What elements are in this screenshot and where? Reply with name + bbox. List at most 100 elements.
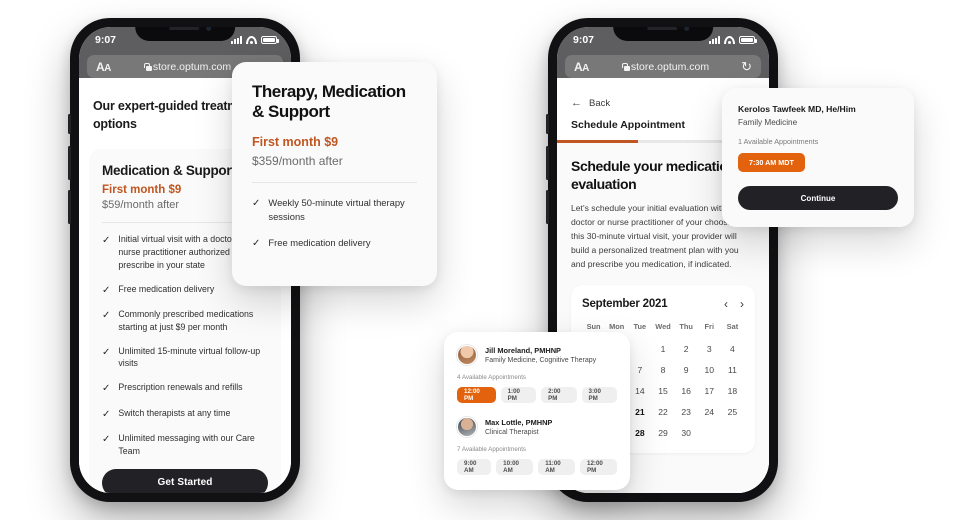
plan-feature-label: Prescription renewals and refills bbox=[118, 382, 243, 392]
therapy-card-divider bbox=[252, 182, 417, 184]
phone-mute-switch[interactable] bbox=[546, 114, 549, 134]
earpiece-speaker-icon bbox=[169, 27, 199, 30]
right-status-bar: 9:07 bbox=[557, 27, 769, 53]
time-slot-chip-selected[interactable]: 12:00 PM bbox=[457, 387, 496, 403]
calendar-day[interactable]: 2 bbox=[675, 342, 698, 357]
check-icon: ✓ bbox=[102, 310, 111, 321]
progress-bar-fill bbox=[557, 140, 638, 143]
calendar-day[interactable]: 9 bbox=[675, 363, 698, 378]
slots-spacer bbox=[457, 403, 617, 417]
calendar-day[interactable]: 10 bbox=[698, 363, 721, 378]
time-slot-chip[interactable]: 12:00 PM bbox=[580, 459, 617, 475]
therapy-plan-floating-card: Therapy, Medication & Support First mont… bbox=[232, 62, 437, 286]
text-size-aa-icon[interactable]: AA bbox=[574, 60, 589, 74]
plan-feature-item: ✓ Unlimited messaging with our Care Team bbox=[102, 432, 268, 458]
screenshot-root: 9:07 AA store.optum.com ↻ bbox=[0, 0, 960, 520]
time-slot-chip[interactable]: 9:00 AM bbox=[457, 459, 492, 475]
calendar-weekday-label: Sun bbox=[586, 321, 601, 331]
arrow-left-icon: ← bbox=[571, 97, 582, 109]
therapy-recurring-price: $359/month after bbox=[252, 154, 343, 169]
time-slot-chip[interactable]: 2:00 PM bbox=[541, 387, 577, 403]
chevron-right-icon[interactable]: › bbox=[740, 297, 744, 311]
phone-volume-down-button[interactable] bbox=[546, 190, 549, 224]
calendar-day[interactable]: 7 bbox=[628, 363, 651, 378]
plan-feature-label: Unlimited messaging with our Care Team bbox=[118, 433, 255, 456]
right-address-bar[interactable]: AA store.optum.com ↻ bbox=[565, 55, 761, 78]
provider-row: Max Lottle, PMHNP Clinical Therapist bbox=[457, 417, 617, 437]
calendar-day[interactable]: 17 bbox=[698, 384, 721, 399]
calendar-day[interactable]: 14 bbox=[628, 384, 651, 399]
plan-feature-item: ✓ Prescription renewals and refills bbox=[102, 381, 268, 396]
lock-icon bbox=[621, 62, 630, 71]
calendar-day[interactable]: 29 bbox=[651, 426, 674, 441]
check-icon: ✓ bbox=[252, 238, 261, 250]
therapy-feature-item: ✓ Weekly 50-minute virtual therapy sessi… bbox=[252, 196, 417, 223]
calendar-header: September 2021 ‹ › bbox=[582, 297, 744, 311]
plan-feature-label: Switch therapists at any time bbox=[118, 407, 231, 418]
provider-row: Jill Moreland, PMHNP Family Medicine, Co… bbox=[457, 345, 617, 365]
wifi-icon bbox=[724, 36, 735, 44]
phone-volume-down-button[interactable] bbox=[68, 190, 71, 224]
check-icon: ✓ bbox=[102, 284, 111, 296]
status-indicators bbox=[709, 36, 757, 44]
get-started-button[interactable]: Get Started bbox=[102, 468, 268, 493]
battery-icon bbox=[261, 36, 279, 44]
time-slot-list: 9:00 AM 10:00 AM 11:00 AM 12:00 PM bbox=[457, 459, 617, 475]
wifi-icon bbox=[246, 36, 257, 44]
avatar bbox=[457, 345, 477, 365]
check-icon: ✓ bbox=[252, 198, 261, 210]
time-slot-list: 12:00 PM 1:00 PM 2:00 PM 3:00 PM bbox=[457, 387, 618, 403]
time-slot-chip-selected[interactable]: 7:30 AM MDT bbox=[738, 153, 805, 172]
provider-floating-card: Kerolos Tawfeek MD, He/Him Family Medici… bbox=[722, 88, 914, 227]
battery-icon bbox=[739, 36, 757, 44]
provider-specialty: Clinical Therapist bbox=[485, 429, 539, 437]
calendar-day[interactable]: 11 bbox=[721, 363, 744, 378]
time-slot-chip[interactable]: 10:00 AM bbox=[496, 459, 534, 475]
provider-name: Jill Moreland, PMHNP bbox=[485, 345, 561, 355]
calendar-day-selected[interactable]: 28 bbox=[628, 426, 651, 441]
right-url-text: store.optum.com bbox=[630, 60, 710, 73]
left-status-bar: 9:07 bbox=[79, 27, 291, 53]
text-size-aa-icon[interactable]: AA bbox=[96, 60, 111, 74]
check-icon: ✓ bbox=[102, 235, 111, 247]
appointment-slots-floating-card: Jill Moreland, PMHNP Family Medicine, Co… bbox=[444, 332, 630, 490]
therapy-feature-label: Free medication delivery bbox=[268, 237, 371, 249]
right-url-text-wrap: store.optum.com bbox=[589, 61, 741, 73]
front-camera-icon bbox=[205, 27, 211, 31]
plan-feature-item: ✓ Unlimited 15-minute virtual follow-up … bbox=[102, 345, 268, 371]
calendar-month-label: September 2021 bbox=[582, 297, 668, 310]
calendar-day[interactable]: 24 bbox=[698, 405, 721, 420]
calendar-day[interactable]: 25 bbox=[721, 405, 744, 420]
provider-specialty: Family Medicine, Cognitive Therapy bbox=[485, 357, 597, 365]
calendar-day[interactable]: 23 bbox=[675, 405, 698, 420]
provider-specialty: Family Medicine bbox=[738, 118, 798, 127]
reload-icon[interactable]: ↻ bbox=[741, 60, 752, 73]
continue-button[interactable]: Continue bbox=[738, 186, 898, 210]
phone-volume-up-button[interactable] bbox=[546, 146, 549, 180]
provider-name: Kerolos Tawfeek MD, He/Him bbox=[738, 104, 856, 114]
phone-mute-switch[interactable] bbox=[68, 114, 71, 134]
phone-notch bbox=[613, 27, 713, 41]
calendar-day[interactable]: 15 bbox=[651, 384, 674, 399]
check-icon: ✓ bbox=[102, 408, 111, 420]
calendar-day[interactable]: 18 bbox=[721, 384, 744, 399]
calendar-day[interactable]: 4 bbox=[721, 342, 744, 357]
calendar-day-selected[interactable]: 21 bbox=[628, 405, 651, 420]
check-icon: ✓ bbox=[102, 346, 111, 358]
status-time: 9:07 bbox=[573, 34, 595, 46]
plan-feature-item: ✓ Commonly prescribed medications starti… bbox=[102, 308, 268, 334]
calendar-weekday-row: Sun Mon Tue Wed Thu Fri Sat bbox=[582, 322, 744, 331]
phone-volume-up-button[interactable] bbox=[68, 146, 71, 180]
time-slot-chip[interactable]: 11:00 AM bbox=[538, 459, 576, 475]
calendar-day[interactable]: 3 bbox=[698, 342, 721, 357]
plan-feature-label: Free medication delivery bbox=[118, 283, 215, 294]
calendar-day[interactable]: 22 bbox=[651, 405, 674, 420]
time-slot-chip[interactable]: 3:00 PM bbox=[581, 387, 618, 403]
calendar-day[interactable]: 30 bbox=[675, 426, 698, 441]
calendar-day[interactable]: 16 bbox=[675, 384, 698, 399]
calendar-day[interactable]: 1 bbox=[651, 342, 674, 357]
cellular-signal-icon bbox=[709, 36, 720, 44]
chevron-left-icon[interactable]: ‹ bbox=[724, 297, 728, 311]
time-slot-chip[interactable]: 1:00 PM bbox=[500, 387, 537, 403]
calendar-day[interactable]: 8 bbox=[651, 363, 674, 378]
